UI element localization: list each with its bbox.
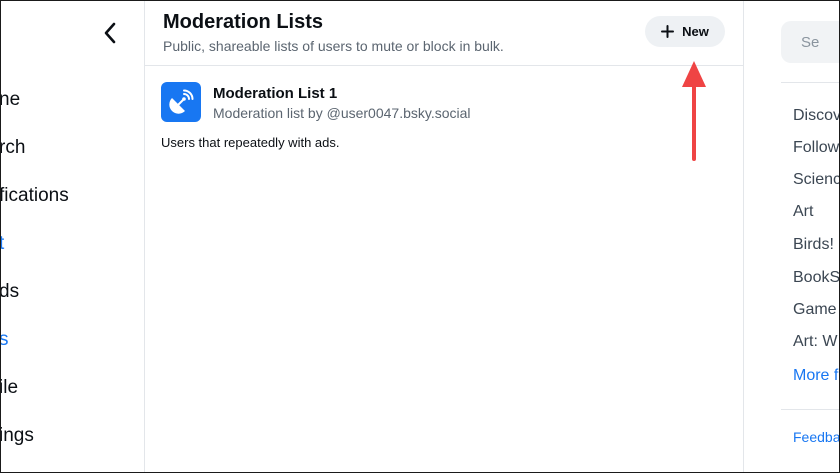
new-button-label: New (682, 24, 709, 39)
nav-item-notifications[interactable]: fications (1, 185, 69, 207)
search-box[interactable] (781, 21, 839, 63)
feed-link-books[interactable]: BookS (793, 269, 839, 287)
feedback-link[interactable]: Feedba (793, 429, 839, 445)
left-navigation: ne rch fications t ds s ile ings (1, 1, 144, 472)
feed-link-games[interactable]: Game (793, 301, 837, 319)
divider-right (743, 1, 744, 472)
feed-link-art[interactable]: Art (793, 203, 813, 221)
nav-item-search[interactable]: rch (1, 137, 25, 159)
right-sidebar: Discov Follow Scienc Art Birds! BookS Ga… (781, 1, 839, 472)
feed-link-discover[interactable]: Discov (793, 107, 839, 125)
feed-link-birds[interactable]: Birds! (793, 236, 834, 254)
annotation-arrow-icon (682, 61, 706, 161)
feed-link-following[interactable]: Follow (793, 139, 839, 157)
nav-item-chat[interactable]: t (1, 233, 4, 255)
more-feeds-link[interactable]: More f (793, 367, 838, 385)
chevron-left-icon (104, 22, 116, 44)
app-window: ne rch fications t ds s ile ings Moderat… (0, 0, 840, 473)
sidebar-divider-bottom (781, 409, 839, 410)
list-avatar (161, 82, 201, 122)
nav-item-settings[interactable]: ings (1, 425, 34, 447)
back-button[interactable] (96, 19, 124, 47)
nav-item-lists[interactable]: s (1, 329, 9, 351)
main-column: Moderation Lists Public, shareable lists… (145, 1, 743, 472)
plus-icon (661, 25, 675, 38)
page-subtitle: Public, shareable lists of users to mute… (163, 38, 504, 54)
list-description: Users that repeatedly with ads. (161, 135, 340, 150)
list-owner: Moderation list by @user0047.bsky.social (213, 105, 471, 121)
nav-item-profile[interactable]: ile (1, 377, 18, 399)
new-list-button[interactable]: New (645, 16, 725, 47)
satellite-dish-icon (169, 89, 194, 114)
list-name: Moderation List 1 (213, 85, 338, 102)
search-input[interactable] (801, 33, 839, 51)
nav-item-feeds[interactable]: ds (1, 281, 19, 303)
list-item[interactable]: Moderation List 1 Moderation list by @us… (145, 67, 743, 161)
feed-link-art-w[interactable]: Art: W (793, 333, 837, 351)
page-title: Moderation Lists (163, 11, 324, 33)
sidebar-divider-top (781, 82, 839, 83)
nav-item-home[interactable]: ne (1, 89, 20, 111)
feed-link-science[interactable]: Scienc (793, 171, 839, 189)
page-header: Moderation Lists Public, shareable lists… (145, 1, 743, 66)
